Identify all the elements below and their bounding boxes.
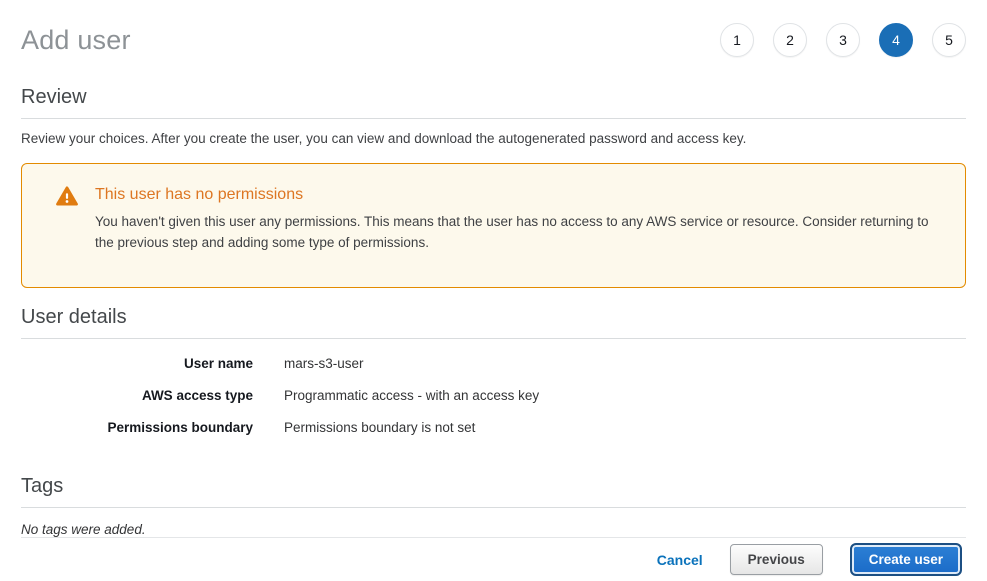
detail-value: Programmatic access - with an access key xyxy=(284,388,539,403)
tags-section-header: Tags xyxy=(21,475,966,508)
cancel-link[interactable]: Cancel xyxy=(657,552,703,568)
detail-value: mars-s3-user xyxy=(284,356,364,371)
warning-body-text: You haven't given this user any permissi… xyxy=(95,211,929,253)
detail-value: Permissions boundary is not set xyxy=(284,420,475,435)
review-description: Review your choices. After you create th… xyxy=(21,131,966,146)
detail-label: Permissions boundary xyxy=(21,420,253,435)
review-heading: Review xyxy=(21,86,966,109)
tags-empty-text: No tags were added. xyxy=(21,522,966,537)
detail-label: AWS access type xyxy=(21,388,253,403)
user-details-heading: User details xyxy=(21,306,966,329)
detail-row: Permissions boundary Permissions boundary… xyxy=(21,420,966,435)
step-circle-4: 4 xyxy=(879,23,913,57)
detail-row: AWS access type Programmatic access - wit… xyxy=(21,388,966,403)
warning-content: This user has no permissions You haven't… xyxy=(95,185,949,287)
user-details-section-header: User details xyxy=(21,306,966,339)
wizard-footer: Cancel Previous Create user xyxy=(21,537,966,581)
step-circle-3: 3 xyxy=(826,23,860,57)
step-indicator: 12345 xyxy=(720,23,966,57)
warning-triangle-icon xyxy=(56,186,78,206)
user-details-rows: User name mars-s3-user AWS access type Prog… xyxy=(21,356,966,452)
step-circle-5: 5 xyxy=(932,23,966,57)
review-section-header: Review xyxy=(21,86,966,119)
create-user-button[interactable]: Create user xyxy=(850,543,962,576)
detail-row: User name mars-s3-user xyxy=(21,356,966,371)
add-user-wizard-page: Add user 12345 Review Review your choice… xyxy=(0,0,987,581)
warning-title: This user has no permissions xyxy=(95,185,929,205)
no-permissions-warning-banner: This user has no permissions You haven't… xyxy=(21,163,966,288)
previous-button[interactable]: Previous xyxy=(730,544,823,575)
detail-label: User name xyxy=(21,356,253,371)
step-circle-2: 2 xyxy=(773,23,807,57)
step-circle-1: 1 xyxy=(720,23,754,57)
wizard-header: Add user 12345 xyxy=(21,0,966,66)
tags-heading: Tags xyxy=(21,475,966,498)
page-title: Add user xyxy=(21,25,131,56)
